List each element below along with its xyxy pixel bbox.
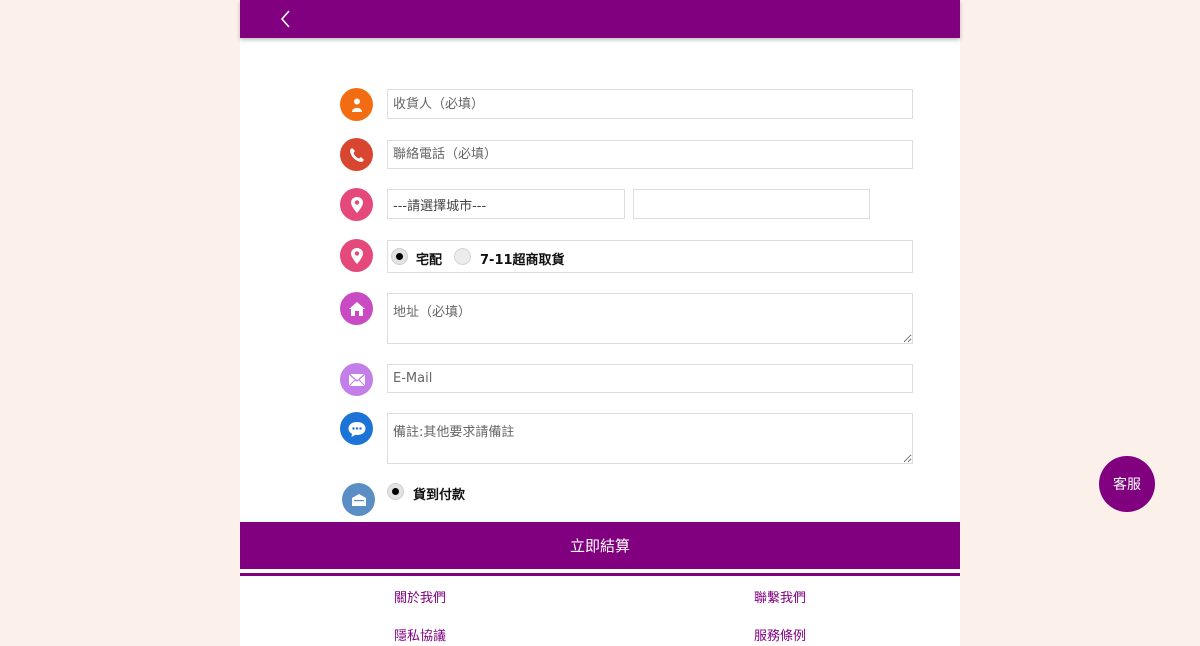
location-icon	[340, 188, 373, 221]
checkout-page: ---請選擇城市--- 宅配 7-11超商取貨 貨到付款 立即結算 關於我們 聯…	[240, 0, 960, 646]
cod-label: 貨到付款	[413, 488, 466, 503]
address-input[interactable]	[387, 293, 913, 344]
city-select[interactable]: ---請選擇城市---	[387, 189, 625, 219]
chevron-left-icon[interactable]	[276, 9, 296, 29]
chat-icon	[340, 412, 373, 445]
footer-divider	[240, 573, 960, 576]
email-input[interactable]	[387, 364, 913, 393]
payment-icon	[342, 483, 375, 516]
home-icon	[340, 292, 373, 325]
mail-icon	[340, 363, 373, 396]
footer-link-about[interactable]: 關於我們	[394, 587, 446, 606]
store-pickup-label: 7-11超商取貨	[480, 253, 565, 268]
top-bar	[240, 0, 960, 38]
customer-service-label: 客服	[1113, 477, 1141, 493]
checkout-button[interactable]: 立即結算	[240, 522, 960, 569]
customer-service-button[interactable]: 客服	[1099, 456, 1155, 512]
person-icon	[340, 88, 373, 121]
city-select-value: ---請選擇城市---	[393, 198, 487, 214]
home-delivery-radio[interactable]	[391, 248, 408, 265]
district-select[interactable]	[633, 189, 870, 219]
recipient-input[interactable]	[387, 89, 913, 119]
location-icon	[340, 239, 373, 272]
footer-link-contact[interactable]: 聯繫我們	[754, 587, 806, 606]
phone-input[interactable]	[387, 140, 913, 169]
footer-link-terms[interactable]: 服務條例	[754, 625, 806, 644]
cod-radio[interactable]	[387, 483, 404, 500]
phone-icon	[340, 138, 373, 171]
home-delivery-label: 宅配	[416, 253, 443, 268]
delivery-method-group: 宅配 7-11超商取貨	[387, 240, 913, 273]
note-input[interactable]	[387, 413, 913, 464]
footer-link-privacy[interactable]: 隱私協議	[394, 625, 446, 644]
store-pickup-radio[interactable]	[454, 248, 471, 265]
checkout-button-label: 立即結算	[569, 537, 630, 555]
